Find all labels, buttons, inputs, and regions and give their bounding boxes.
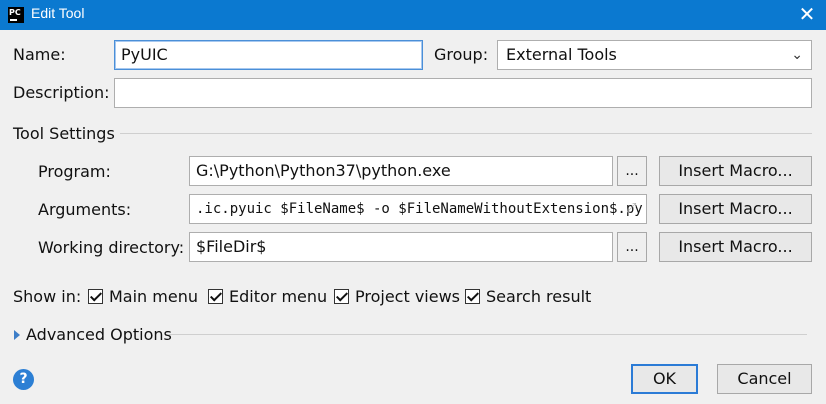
checkbox-editor-menu[interactable]: Editor menu xyxy=(208,287,327,306)
group-label: Group: xyxy=(434,45,489,64)
window-title: Edit Tool xyxy=(31,5,85,21)
name-input[interactable]: PyUIC xyxy=(114,40,423,70)
arguments-insert-macro-button[interactable]: Insert Macro... xyxy=(659,194,812,224)
close-icon[interactable]: ✕ xyxy=(796,3,818,25)
program-input[interactable]: G:\Python\Python37\python.exe xyxy=(189,156,613,186)
app-icon-text: PC xyxy=(9,8,21,17)
program-insert-macro-button[interactable]: Insert Macro... xyxy=(659,156,812,186)
workdir-insert-macro-button[interactable]: Insert Macro... xyxy=(659,232,812,262)
description-input[interactable] xyxy=(114,78,812,108)
checkbox-label: Project views xyxy=(355,287,461,306)
workdir-browse-button[interactable]: ... xyxy=(617,232,647,262)
checkbox-label: Search result xyxy=(486,287,592,306)
title-bar: PC Edit Tool ✕ xyxy=(0,0,826,30)
advanced-divider xyxy=(168,334,807,335)
description-label: Description: xyxy=(13,83,110,102)
checkbox-search-result[interactable]: Search result xyxy=(465,287,591,306)
checkbox-main-menu[interactable]: Main menu xyxy=(88,287,198,306)
app-icon: PC xyxy=(8,7,24,23)
checkbox-label: Main menu xyxy=(109,287,198,306)
arguments-input-value: .ic.pyuic $FileName$ -o $FileNameWithout… xyxy=(196,201,643,217)
workdir-label: Working directory: xyxy=(38,238,185,257)
checkbox-checked-icon[interactable] xyxy=(465,289,480,304)
program-browse-button[interactable]: ... xyxy=(617,156,647,186)
arguments-label: Arguments: xyxy=(38,200,132,219)
expand-arrow-icon[interactable] xyxy=(14,330,20,340)
arguments-input[interactable]: .ic.pyuic $FileName$ -o $FileNameWithout… xyxy=(189,194,647,224)
checkbox-label: Editor menu xyxy=(229,287,328,306)
advanced-options-toggle[interactable]: Advanced Options xyxy=(26,325,172,344)
dropdown-chevron-icon: ⌄ xyxy=(791,47,803,63)
group-select[interactable]: External Tools ⌄ xyxy=(497,40,812,70)
cancel-button[interactable]: Cancel xyxy=(717,364,812,394)
workdir-input[interactable]: $FileDir$ xyxy=(189,232,613,262)
help-icon[interactable]: ? xyxy=(13,369,34,390)
checkbox-checked-icon[interactable] xyxy=(88,289,103,304)
checkbox-checked-icon[interactable] xyxy=(334,289,349,304)
name-label: Name: xyxy=(13,45,66,64)
program-label: Program: xyxy=(38,162,111,181)
ok-button[interactable]: OK xyxy=(631,364,698,394)
resize-icon[interactable]: ⤢ xyxy=(626,202,640,216)
tool-settings-heading: Tool Settings xyxy=(13,124,115,143)
checkbox-project-views[interactable]: Project views xyxy=(334,287,460,306)
section-divider xyxy=(120,133,812,134)
show-in-label: Show in: xyxy=(13,287,82,306)
group-select-value: External Tools xyxy=(506,45,617,64)
checkbox-checked-icon[interactable] xyxy=(208,289,223,304)
